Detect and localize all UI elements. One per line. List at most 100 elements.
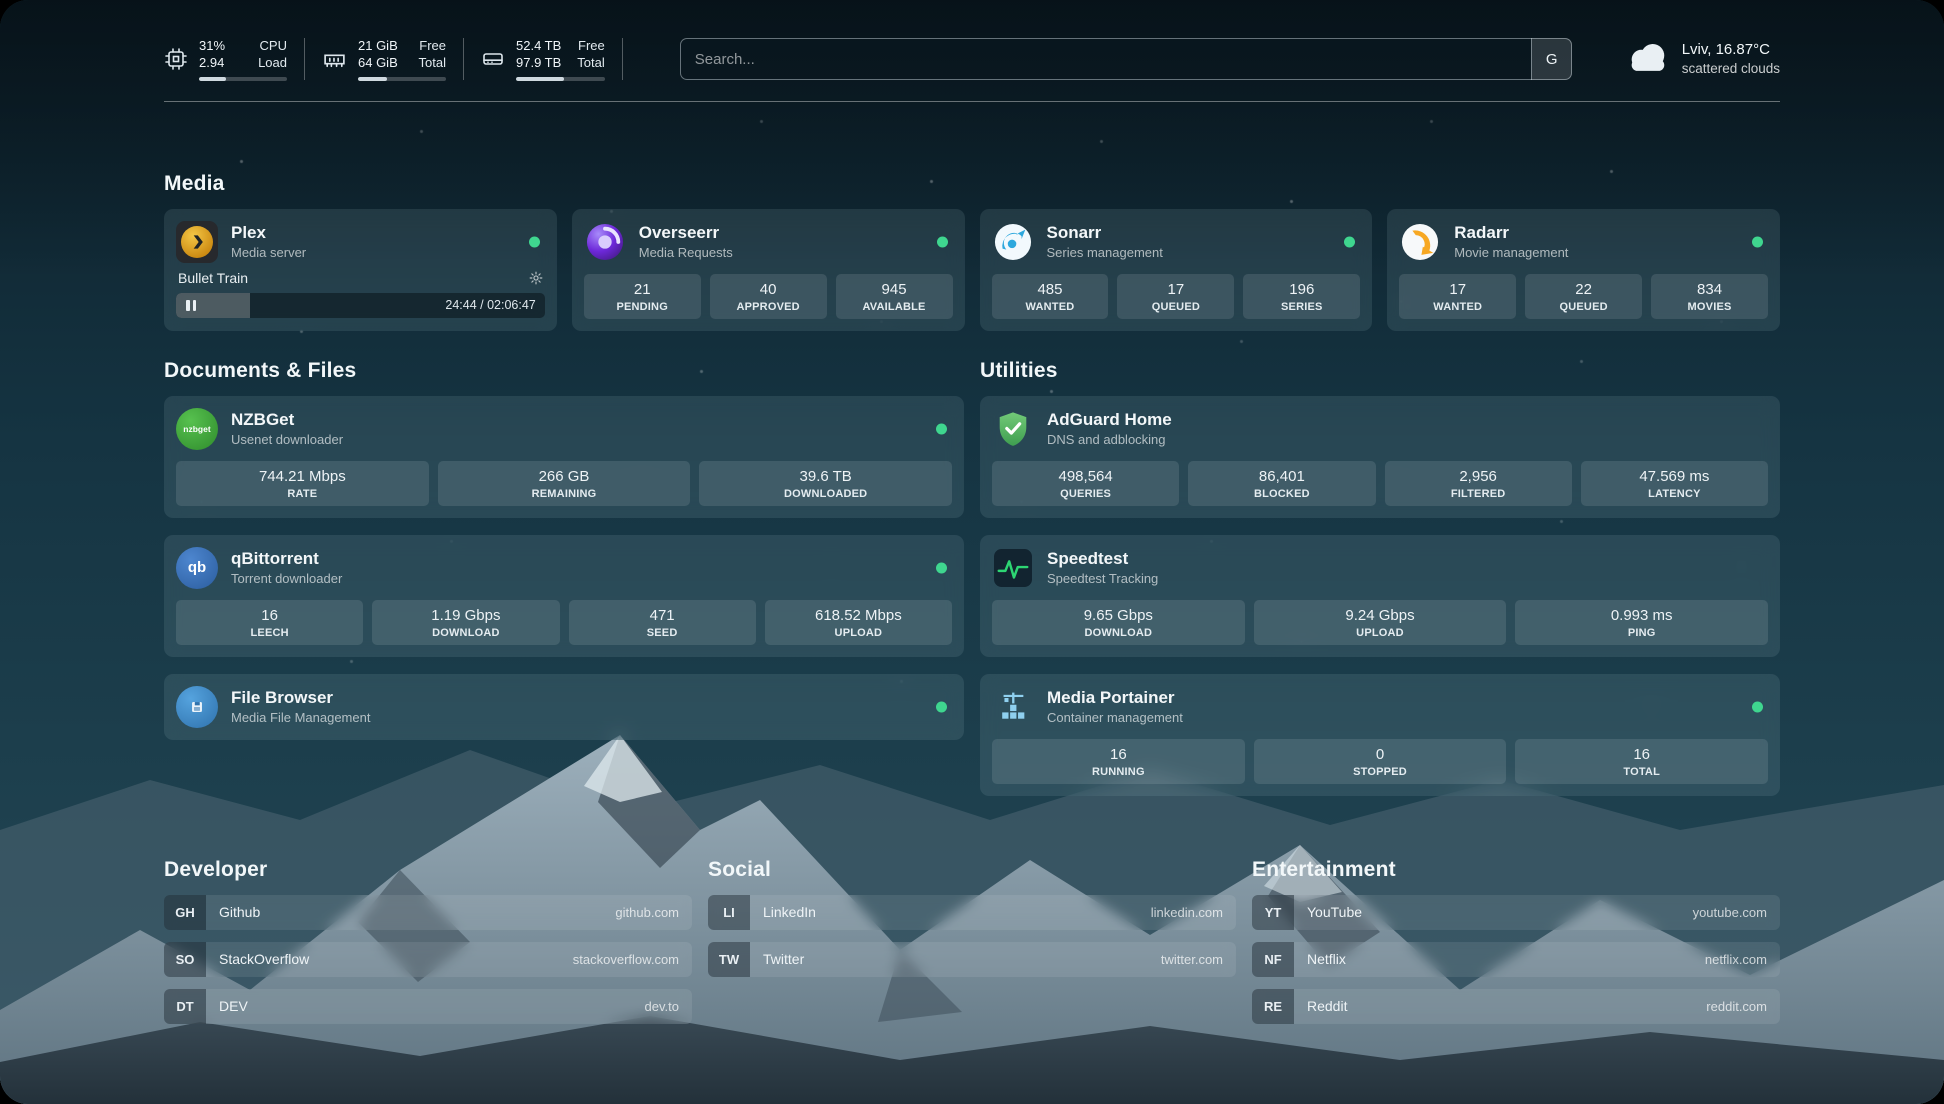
bookmark-abbr: GH [164, 895, 206, 930]
stat-label: UPLOAD [769, 627, 948, 639]
plex-header: Plex Media server [176, 221, 545, 263]
nzbget-icon: nzbget [176, 408, 218, 450]
cpu-progress-bar [199, 77, 287, 81]
resource-widgets: 31%CPU 2.94Load 21 GiBFree 64 GiBTotal [164, 38, 640, 81]
bookmark-github[interactable]: GHGithubgithub.com [164, 895, 692, 930]
gear-icon[interactable] [529, 271, 543, 285]
adguard-card[interactable]: AdGuard Home DNS and adblocking 498,564Q… [980, 396, 1780, 518]
plex-card[interactable]: Plex Media server Bullet Train 24:44 / 0… [164, 209, 557, 331]
memory-total-label: Total [419, 55, 446, 72]
stat-value: 498,564 [996, 468, 1175, 485]
stat-label: APPROVED [714, 301, 823, 313]
bookmark-twitter[interactable]: TWTwittertwitter.com [708, 942, 1236, 977]
filebrowser-card[interactable]: File Browser Media File Management [164, 674, 964, 740]
bookmark-youtube[interactable]: YTYouTubeyoutube.com [1252, 895, 1780, 930]
stat-value: 1.19 Gbps [376, 607, 555, 624]
stat-value: 196 [1247, 281, 1356, 298]
overseerr-icon [584, 221, 626, 263]
adguard-icon [992, 408, 1034, 450]
stat-value: 39.6 TB [703, 468, 948, 485]
cpu-label: CPU [260, 38, 287, 55]
top-bar: 31%CPU 2.94Load 21 GiBFree 64 GiBTotal [164, 0, 1780, 81]
section-title-entertainment: Entertainment [1252, 858, 1780, 882]
search-input[interactable] [680, 38, 1572, 80]
sonarr-card[interactable]: Sonarr Series management 485 WANTED 17QUEU… [980, 209, 1373, 331]
disk-resource-values: 52.4 TBFree 97.9 TBTotal [516, 38, 605, 81]
portainer-card[interactable]: Media Portainer Container management 16R… [980, 674, 1780, 796]
nzbget-stats: 744.21 MbpsRATE266 GBREMAINING39.6 TBDOW… [176, 461, 952, 506]
cpu-icon [164, 47, 188, 71]
stat-label: WANTED [996, 301, 1105, 313]
disk-total-value: 97.9 TB [516, 55, 561, 72]
bookmark-group-entertainment: Entertainment YTYouTubeyoutube.com NFNetf… [1252, 858, 1780, 1024]
stat-label: DOWNLOAD [376, 627, 555, 639]
stat-block: 0STOPPED [1254, 739, 1507, 784]
memory-total-value: 64 GiB [358, 55, 398, 72]
stat-label: PENDING [588, 301, 697, 313]
weather-location: Lviv, 16.87°C [1682, 40, 1780, 60]
cpu-resource-values: 31%CPU 2.94Load [199, 38, 287, 81]
speedtest-header: Speedtest Speedtest Tracking [992, 547, 1768, 589]
service-description: Series management [1047, 245, 1163, 260]
stat-block: 17QUEUED [1117, 274, 1234, 319]
nzbget-header: nzbget NZBGet Usenet downloader [176, 408, 952, 450]
bookmark-abbr: YT [1252, 895, 1294, 930]
bookmark-abbr: RE [1252, 989, 1294, 1024]
section-title-media: Media [164, 172, 1780, 196]
stat-value: 17 [1403, 281, 1512, 298]
bookmark-reddit[interactable]: RERedditreddit.com [1252, 989, 1780, 1024]
service-text: NZBGet Usenet downloader [231, 410, 343, 447]
bookmark-url: twitter.com [1161, 952, 1223, 967]
bookmark-name: Twitter [763, 951, 804, 967]
service-description: Media Requests [639, 245, 733, 260]
stat-label: AVAILABLE [840, 301, 949, 313]
stat-label: PING [1519, 627, 1764, 639]
weather-condition: scattered clouds [1682, 60, 1780, 78]
qbittorrent-icon: qb [176, 547, 218, 589]
stat-block: 0.993 msPING [1515, 600, 1768, 645]
pause-icon[interactable] [186, 300, 196, 311]
documents-column: Documents & Files nzbget NZBGet Usenet d… [164, 359, 964, 740]
section-title-developer: Developer [164, 858, 692, 882]
stat-block: 9.65 GbpsDOWNLOAD [992, 600, 1245, 645]
stat-block: 16TOTAL [1515, 739, 1768, 784]
plex-player-bar[interactable]: 24:44 / 02:06:47 [176, 293, 545, 318]
memory-resource-widget: 21 GiBFree 64 GiBTotal [322, 38, 446, 81]
stat-label: TOTAL [1519, 766, 1764, 778]
qbittorrent-card[interactable]: qb qBittorrent Torrent downloader 16LEEC… [164, 535, 964, 657]
overseerr-card[interactable]: Overseerr Media Requests 21PENDING40APPR… [572, 209, 965, 331]
radarr-card[interactable]: Radarr Movie management 17WANTED22QUEUED… [1387, 209, 1780, 331]
bookmark-list-entertainment: YTYouTubeyoutube.com NFNetflixnetflix.com… [1252, 895, 1780, 1024]
search-provider-button[interactable]: G [1531, 38, 1572, 80]
stat-value: 22 [1529, 281, 1638, 298]
stat-value: 266 GB [442, 468, 687, 485]
bookmark-stackoverflow[interactable]: SOStackOverflowstackoverflow.com [164, 942, 692, 977]
plex-icon [176, 221, 218, 263]
speedtest-card[interactable]: Speedtest Speedtest Tracking 9.65 GbpsDO… [980, 535, 1780, 657]
bookmark-linkedin[interactable]: LILinkedInlinkedin.com [708, 895, 1236, 930]
stat-label: QUEUED [1121, 301, 1230, 313]
service-name: Media Portainer [1047, 688, 1183, 708]
stat-value: 0 [1258, 746, 1503, 763]
adguard-stats: 498,564QUERIES86,401BLOCKED2,956FILTERED… [992, 461, 1768, 506]
portainer-icon [992, 686, 1034, 728]
stat-block: 834MOVIES [1651, 274, 1768, 319]
divider [304, 38, 305, 80]
stat-block: 744.21 MbpsRATE [176, 461, 429, 506]
sonarr-stats: 485WANTED17QUEUED196SERIES [992, 274, 1361, 319]
service-name: Sonarr [1047, 223, 1163, 243]
service-text: Media Portainer Container management [1047, 688, 1183, 725]
bookmark-netflix[interactable]: NFNetflixnetflix.com [1252, 942, 1780, 977]
divider [463, 38, 464, 80]
stat-label: FILTERED [1389, 488, 1568, 500]
status-dot [936, 562, 947, 573]
status-dot [1344, 236, 1355, 247]
bookmark-abbr: DT [164, 989, 206, 1024]
bookmark-dev[interactable]: DTDEVdev.to [164, 989, 692, 1024]
status-dot [936, 701, 947, 712]
sonarr-header: Sonarr Series management [992, 221, 1361, 263]
nzbget-card[interactable]: nzbget NZBGet Usenet downloader 744.21 M… [164, 396, 964, 518]
stat-block: 40APPROVED [710, 274, 827, 319]
filebrowser-icon [176, 686, 218, 728]
stat-value: 485 [996, 281, 1105, 298]
